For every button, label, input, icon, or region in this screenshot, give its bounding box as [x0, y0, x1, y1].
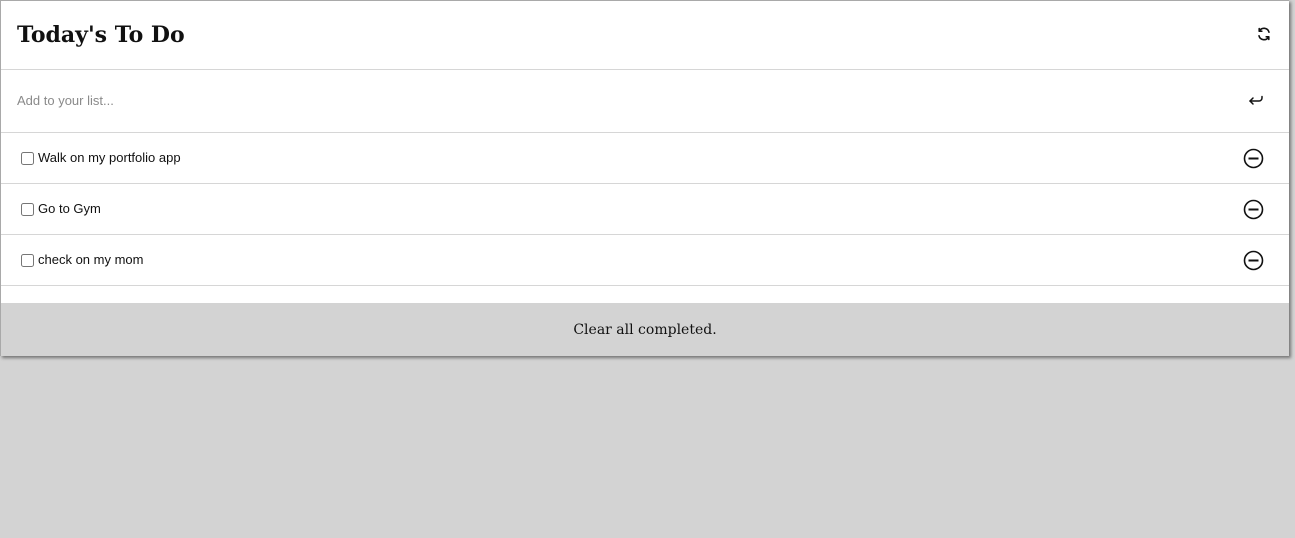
- todo-item: Walk on my portfolio app: [1, 133, 1289, 184]
- todo-item: Go to Gym: [1, 184, 1289, 235]
- clear-completed-button[interactable]: Clear all completed.: [573, 321, 716, 339]
- todo-checkbox[interactable]: [21, 152, 34, 165]
- todo-item: check on my mom: [1, 235, 1289, 286]
- remove-circle-icon[interactable]: [1243, 250, 1264, 271]
- remove-circle-icon[interactable]: [1243, 148, 1264, 169]
- todo-list: Walk on my portfolio app Go to Gym check…: [1, 133, 1289, 286]
- refresh-icon[interactable]: [1256, 26, 1272, 42]
- remove-circle-icon[interactable]: [1243, 199, 1264, 220]
- header: Today's To Do: [1, 1, 1289, 70]
- page-title: Today's To Do: [17, 22, 185, 48]
- enter-arrow-icon[interactable]: [1247, 92, 1265, 108]
- todo-checkbox[interactable]: [21, 203, 34, 216]
- add-todo-row: [1, 70, 1289, 133]
- todo-text: Walk on my portfolio app: [38, 150, 181, 165]
- todo-text: check on my mom: [38, 252, 144, 267]
- todo-text: Go to Gym: [38, 201, 101, 216]
- add-todo-input[interactable]: [17, 90, 1197, 110]
- todo-checkbox[interactable]: [21, 254, 34, 267]
- footer: Clear all completed.: [1, 303, 1289, 356]
- todo-card: Today's To Do Walk on my portfolio app: [0, 0, 1289, 356]
